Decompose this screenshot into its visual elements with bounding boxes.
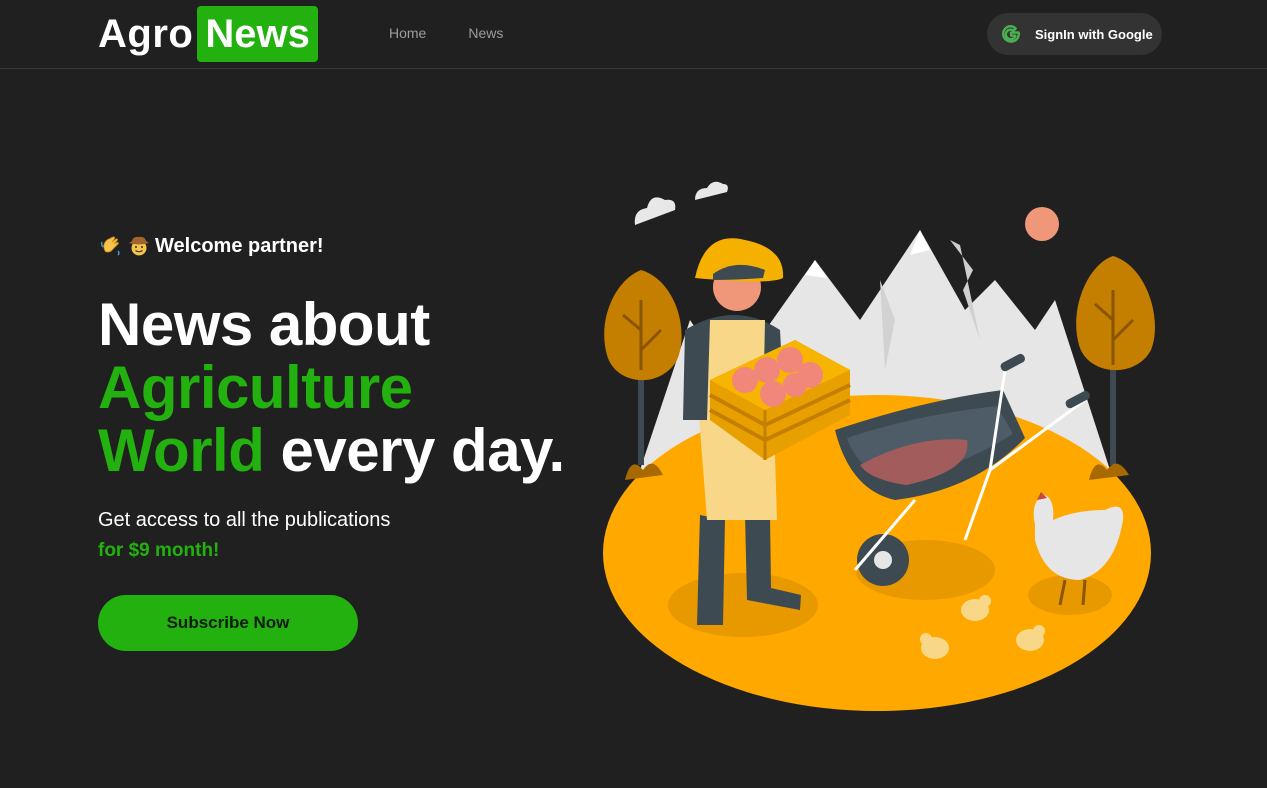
hero-price: for $9 month! bbox=[98, 540, 220, 561]
signin-google-button[interactable]: SignIn with Google bbox=[987, 13, 1162, 55]
site-logo[interactable]: Agro News bbox=[98, 6, 318, 62]
nav-link-home[interactable]: Home bbox=[389, 25, 426, 41]
google-g-icon bbox=[1002, 25, 1020, 43]
nav-link-news[interactable]: News bbox=[468, 25, 503, 41]
logo-news-badge: News bbox=[197, 6, 318, 62]
sun-icon bbox=[1025, 207, 1059, 241]
logo-agro-text: Agro bbox=[98, 11, 194, 56]
hero-headline: News about Agriculture World every day. bbox=[98, 293, 565, 482]
top-navbar: Agro News Home News SignIn with Google bbox=[0, 0, 1267, 69]
subscribe-now-button[interactable]: Subscribe Now bbox=[98, 595, 358, 651]
headline-line-3-highlight: World bbox=[98, 417, 265, 484]
welcome-greeting: Welcome partner! bbox=[99, 234, 324, 258]
headline-line-1: News about bbox=[98, 291, 430, 358]
hero-subtitle: Get access to all the publications bbox=[98, 509, 391, 531]
headline-line-3-rest: every day. bbox=[264, 417, 566, 484]
farmer-illustration bbox=[603, 181, 1155, 711]
waving-hand-icon bbox=[101, 236, 120, 256]
welcome-text: Welcome partner! bbox=[155, 234, 324, 257]
main-nav: Home News bbox=[389, 25, 503, 41]
cloud-icon bbox=[634, 181, 728, 225]
signin-google-label: SignIn with Google bbox=[1035, 26, 1153, 42]
cowboy-face-icon bbox=[129, 236, 149, 256]
headline-line-2: Agriculture bbox=[98, 354, 413, 421]
